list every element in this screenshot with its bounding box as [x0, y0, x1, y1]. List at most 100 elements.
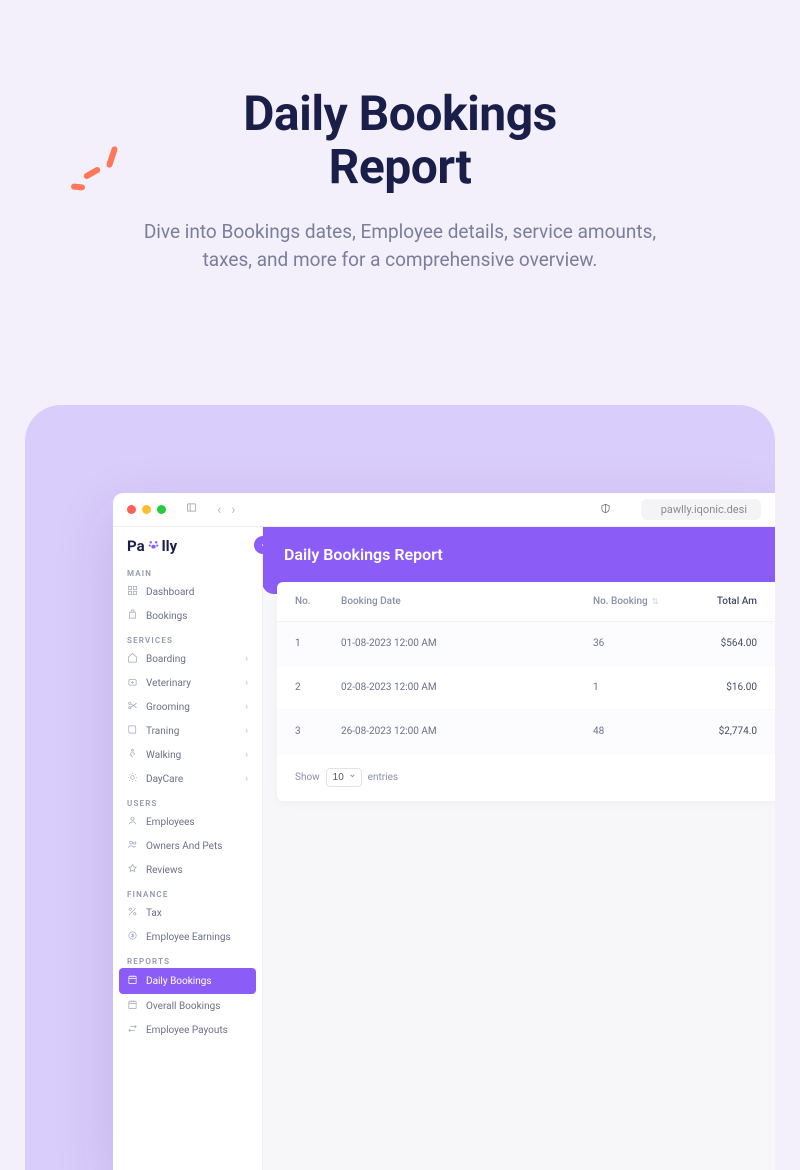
- cell-date: 02-08-2023 12:00 AM: [341, 682, 593, 693]
- sidebar-item-walking[interactable]: Walking ›: [113, 743, 262, 767]
- col-header-booking[interactable]: No. Booking⇅: [593, 596, 683, 607]
- sidebar-item-employees[interactable]: Employees: [113, 810, 262, 834]
- chevron-right-icon: ›: [245, 702, 248, 712]
- cell-no: 1: [295, 638, 341, 649]
- book-icon: [127, 724, 138, 738]
- sidebar-item-traning[interactable]: Traning ›: [113, 719, 262, 743]
- cell-no: 3: [295, 726, 341, 737]
- cal-icon: [127, 974, 138, 988]
- sidebar-item-label: Daily Bookings: [146, 976, 248, 987]
- cell-booking: 36: [593, 638, 683, 649]
- app-logo[interactable]: Pa lly: [113, 527, 262, 561]
- col-header-amount[interactable]: Total Am: [683, 596, 757, 607]
- sidebar-item-overall-bookings[interactable]: Overall Bookings: [113, 994, 262, 1018]
- cal-icon: [127, 999, 138, 1013]
- chevron-right-icon: ›: [245, 678, 248, 688]
- paw-icon: [147, 538, 160, 555]
- browser-back-icon[interactable]: ‹: [217, 502, 221, 518]
- users-icon: [127, 839, 138, 853]
- hero-subtitle: Dive into Bookings dates, Employee detai…: [0, 218, 800, 275]
- sidebar-item-label: DayCare: [146, 774, 237, 785]
- decorative-accent: [75, 146, 125, 196]
- sidebar-item-label: Grooming: [146, 702, 237, 713]
- walk-icon: [127, 748, 138, 762]
- sidebar-toggle-icon[interactable]: [186, 502, 197, 517]
- sidebar-item-label: Owners And Pets: [146, 841, 248, 852]
- pager-show-label: Show: [295, 772, 320, 783]
- sidebar-item-label: Employees: [146, 817, 248, 828]
- cell-date: 01-08-2023 12:00 AM: [341, 638, 593, 649]
- sidebar-item-label: Veterinary: [146, 678, 237, 689]
- device-frame: ‹ › pawlly.iqonic.desi Pa lly ‹: [25, 405, 775, 1170]
- scissor-icon: [127, 700, 138, 714]
- cell-booking: 1: [593, 682, 683, 693]
- cell-amount: $2,774.0: [683, 726, 757, 737]
- sidebar-item-label: Bookings: [146, 611, 248, 622]
- sidebar-item-label: Boarding: [146, 654, 237, 665]
- cell-no: 2: [295, 682, 341, 693]
- table-row[interactable]: 202-08-2023 12:00 AM1$16.00: [277, 666, 775, 710]
- sidebar-item-bookings[interactable]: Bookings: [113, 604, 262, 628]
- percent-icon: [127, 906, 138, 920]
- star-icon: [127, 863, 138, 877]
- cell-amount: $564.00: [683, 638, 757, 649]
- sun-icon: [127, 772, 138, 786]
- table-header-row: No. Booking Date No. Booking⇅ Total Am: [277, 582, 775, 622]
- sidebar-item-boarding[interactable]: Boarding ›: [113, 647, 262, 671]
- cell-booking: 48: [593, 726, 683, 737]
- sidebar-group-label: USERS: [113, 791, 262, 810]
- cell-date: 26-08-2023 12:00 AM: [341, 726, 593, 737]
- url-bar[interactable]: pawlly.iqonic.desi: [641, 499, 761, 520]
- browser-forward-icon[interactable]: ›: [231, 502, 235, 518]
- content-area: Daily Bookings Report No. Booking Date N…: [263, 527, 775, 1170]
- table-pager: Show 10 entries: [277, 754, 775, 801]
- table-row[interactable]: 326-08-2023 12:00 AM48$2,774.0: [277, 710, 775, 754]
- window-maximize-icon[interactable]: [157, 505, 166, 514]
- sidebar-item-owners-and-pets[interactable]: Owners And Pets: [113, 834, 262, 858]
- sidebar-item-label: Walking: [146, 750, 237, 761]
- sidebar-item-employee-payouts[interactable]: Employee Payouts: [113, 1018, 262, 1042]
- sort-icon: ⇅: [652, 597, 659, 606]
- sidebar: Pa lly ‹ MAINDashboardBookingsSERVICESBo…: [113, 527, 263, 1170]
- col-header-no[interactable]: No.: [295, 596, 341, 607]
- sidebar-group-label: SERVICES: [113, 628, 262, 647]
- coin-icon: [127, 930, 138, 944]
- user-icon: [127, 815, 138, 829]
- window-close-icon[interactable]: [127, 505, 136, 514]
- chevron-right-icon: ›: [245, 726, 248, 736]
- report-card: No. Booking Date No. Booking⇅ Total Am 1…: [277, 582, 775, 801]
- sidebar-group-label: FINANCE: [113, 882, 262, 901]
- home-icon: [127, 652, 138, 666]
- sidebar-item-dashboard[interactable]: Dashboard: [113, 580, 262, 604]
- sidebar-item-label: Reviews: [146, 865, 248, 876]
- bag-icon: [127, 609, 138, 623]
- url-text: pawlly.iqonic.desi: [661, 503, 747, 516]
- sidebar-item-employee-earnings[interactable]: Employee Earnings: [113, 925, 262, 949]
- sidebar-item-label: Employee Payouts: [146, 1025, 248, 1036]
- window-minimize-icon[interactable]: [142, 505, 151, 514]
- sidebar-item-label: Traning: [146, 726, 237, 737]
- switch-icon: [127, 1023, 138, 1037]
- cell-amount: $16.00: [683, 682, 757, 693]
- table-row[interactable]: 101-08-2023 12:00 AM36$564.00: [277, 622, 775, 666]
- grid-icon: [127, 585, 138, 599]
- sidebar-item-tax[interactable]: Tax: [113, 901, 262, 925]
- privacy-shield-icon[interactable]: [600, 503, 611, 517]
- sidebar-item-label: Dashboard: [146, 587, 248, 598]
- col-header-date[interactable]: Booking Date: [341, 596, 593, 607]
- chevron-right-icon: ›: [245, 654, 248, 664]
- sidebar-group-label: MAIN: [113, 561, 262, 580]
- browser-chrome: ‹ › pawlly.iqonic.desi: [113, 493, 775, 527]
- browser-window: ‹ › pawlly.iqonic.desi Pa lly ‹: [113, 493, 775, 1170]
- plus-med-icon: [127, 676, 138, 690]
- sidebar-item-label: Employee Earnings: [146, 932, 248, 943]
- chevron-right-icon: ›: [245, 750, 248, 760]
- page-size-select[interactable]: 10: [326, 768, 362, 787]
- pager-entries-label: entries: [368, 772, 398, 783]
- chevron-right-icon: ›: [245, 774, 248, 784]
- sidebar-item-grooming[interactable]: Grooming ›: [113, 695, 262, 719]
- sidebar-item-daily-bookings[interactable]: Daily Bookings: [119, 968, 256, 994]
- sidebar-item-reviews[interactable]: Reviews: [113, 858, 262, 882]
- sidebar-item-veterinary[interactable]: Veterinary ›: [113, 671, 262, 695]
- sidebar-item-daycare[interactable]: DayCare ›: [113, 767, 262, 791]
